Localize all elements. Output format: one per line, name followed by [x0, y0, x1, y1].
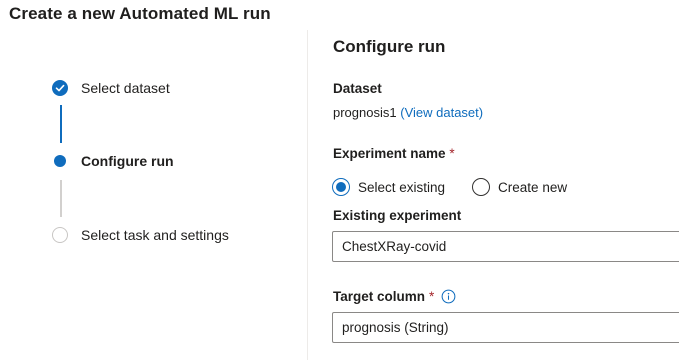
dataset-name: prognosis1	[333, 105, 397, 120]
step-label: Configure run	[81, 153, 174, 169]
experiment-name-label: Experiment name *	[333, 146, 455, 161]
experiment-radio-group: Select existing Create new	[332, 178, 567, 196]
dataset-value: prognosis1 (View dataset)	[333, 105, 483, 120]
target-column-input[interactable]	[332, 312, 679, 343]
step-connector-pending	[60, 180, 62, 217]
radio-unchecked-icon[interactable]	[472, 178, 491, 196]
experiment-name-label-text: Experiment name	[333, 146, 446, 161]
section-title: Configure run	[333, 37, 446, 56]
step-select-task-settings[interactable]: Select task and settings	[52, 226, 229, 244]
pending-step-icon	[52, 227, 68, 243]
panel-divider	[307, 30, 308, 360]
radio-label: Create new	[498, 179, 568, 195]
radio-select-existing[interactable]: Select existing	[332, 178, 445, 196]
target-column-label-text: Target column	[333, 289, 426, 304]
checkmark-icon	[52, 80, 68, 96]
target-column-label: Target column *	[333, 289, 456, 304]
required-indicator: *	[429, 289, 435, 304]
step-connector-completed	[60, 105, 62, 143]
dataset-label: Dataset	[333, 81, 382, 96]
page-title: Create a new Automated ML run	[9, 4, 271, 23]
existing-experiment-input[interactable]	[332, 231, 679, 262]
existing-experiment-label: Existing experiment	[333, 208, 462, 223]
automl-create-run-page: Create a new Automated ML run Select dat…	[0, 0, 679, 360]
info-icon[interactable]	[441, 289, 456, 304]
step-select-dataset[interactable]: Select dataset	[52, 79, 170, 97]
radio-checked-icon[interactable]	[332, 178, 350, 196]
radio-create-new[interactable]: Create new	[472, 178, 567, 196]
step-label: Select dataset	[81, 80, 170, 96]
radio-label: Select existing	[358, 179, 446, 195]
step-label: Select task and settings	[81, 227, 229, 243]
required-indicator: *	[449, 146, 455, 161]
view-dataset-link[interactable]: (View dataset)	[400, 105, 483, 120]
current-step-icon	[52, 153, 68, 169]
step-configure-run[interactable]: Configure run	[52, 152, 174, 170]
